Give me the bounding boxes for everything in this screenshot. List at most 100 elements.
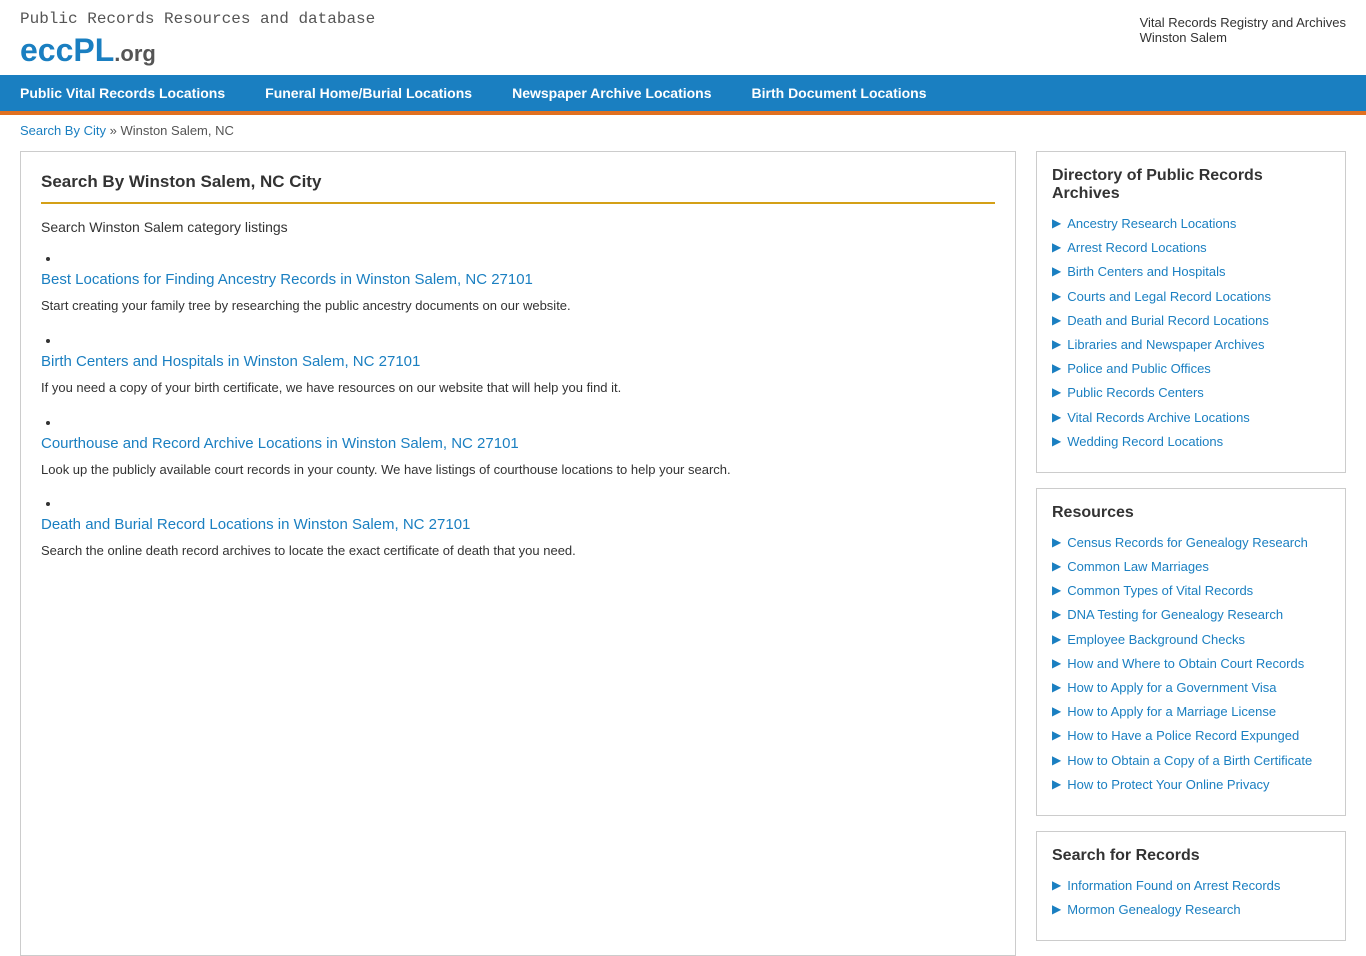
sidebar-link[interactable]: Census Records for Genealogy Research xyxy=(1067,534,1308,552)
section-desc: Start creating your family tree by resea… xyxy=(41,296,995,317)
content-section: Courthouse and Record Archive Locations … xyxy=(41,435,995,481)
arrow-icon: ▶ xyxy=(1052,289,1061,303)
sidebar-link-item: ▶ Death and Burial Record Locations xyxy=(1052,312,1330,330)
sidebar-link[interactable]: Libraries and Newspaper Archives xyxy=(1067,336,1264,354)
arrow-icon: ▶ xyxy=(1052,680,1061,694)
sidebar-link-item: ▶ Police and Public Offices xyxy=(1052,360,1330,378)
content-title: Search By Winston Salem, NC City xyxy=(41,172,995,204)
content-subtitle: Search Winston Salem category listings xyxy=(41,219,995,235)
sidebar-link[interactable]: Vital Records Archive Locations xyxy=(1067,409,1250,427)
section-link[interactable]: Birth Centers and Hospitals in Winston S… xyxy=(41,353,420,370)
sidebar-link[interactable]: Arrest Record Locations xyxy=(1067,239,1206,257)
sidebar-link-item: ▶Libraries and Newspaper Archives xyxy=(1052,336,1330,354)
section-link[interactable]: Courthouse and Record Archive Locations … xyxy=(41,435,519,452)
sidebar-link-item: ▶ Public Records Centers xyxy=(1052,384,1330,402)
section-link[interactable]: Death and Burial Record Locations in Win… xyxy=(41,516,470,533)
sidebar-link[interactable]: Employee Background Checks xyxy=(1067,631,1245,649)
content-sections: Best Locations for Finding Ancestry Reco… xyxy=(41,250,995,562)
header-right: Vital Records Registry and Archives Wins… xyxy=(1140,10,1346,45)
section-link[interactable]: Best Locations for Finding Ancestry Reco… xyxy=(41,271,533,288)
sidebar-link-item: ▶ Common Types of Vital Records xyxy=(1052,582,1330,600)
breadcrumb: Search By City » Winston Salem, NC xyxy=(0,115,1366,146)
search-records-title: Search for Records xyxy=(1052,847,1330,865)
arrow-icon: ▶ xyxy=(1052,434,1061,448)
arrow-icon: ▶ xyxy=(1052,878,1061,892)
sidebar-link[interactable]: How and Where to Obtain Court Records xyxy=(1067,655,1304,673)
sidebar-link[interactable]: Public Records Centers xyxy=(1067,384,1204,402)
bullet-dot xyxy=(61,332,995,348)
sidebar-link-item: ▶How and Where to Obtain Court Records xyxy=(1052,655,1330,673)
arrow-icon: ▶ xyxy=(1052,583,1061,597)
arrow-icon: ▶ xyxy=(1052,777,1061,791)
logo-org: .org xyxy=(114,41,156,66)
arrow-icon: ▶ xyxy=(1052,607,1061,621)
sidebar-link[interactable]: Courts and Legal Record Locations xyxy=(1067,288,1271,306)
search-box: Search for Records ▶ Information Found on… xyxy=(1036,831,1346,941)
sidebar-link[interactable]: Police and Public Offices xyxy=(1067,360,1211,378)
nav-item[interactable]: Newspaper Archive Locations xyxy=(492,75,731,111)
logo-pl: PL xyxy=(73,32,114,68)
resources-box: Resources ▶Census Records for Genealogy … xyxy=(1036,488,1346,816)
sidebar-link[interactable]: Death and Burial Record Locations xyxy=(1067,312,1269,330)
sidebar-link[interactable]: How to Protect Your Online Privacy xyxy=(1067,776,1269,794)
nav-item[interactable]: Public Vital Records Locations xyxy=(0,75,245,111)
arrow-icon: ▶ xyxy=(1052,385,1061,399)
sidebar-link[interactable]: Birth Centers and Hospitals xyxy=(1067,263,1225,281)
arrow-icon: ▶ xyxy=(1052,216,1061,230)
sidebar-link[interactable]: Information Found on Arrest Records xyxy=(1067,877,1280,895)
logo-ecc: ecc xyxy=(20,32,73,68)
sidebar-link-item: ▶Common Law Marriages xyxy=(1052,558,1330,576)
sidebar-link-item: ▶How to Have a Police Record Expunged xyxy=(1052,727,1330,745)
sidebar-link[interactable]: Wedding Record Locations xyxy=(1067,433,1223,451)
section-desc: Search the online death record archives … xyxy=(41,541,995,562)
search-links: ▶ Information Found on Arrest Records ▶ Mor… xyxy=(1052,877,1330,919)
arrow-icon: ▶ xyxy=(1052,753,1061,767)
main-nav: Public Vital Records LocationsFuneral Ho… xyxy=(0,75,1366,111)
sidebar-link-item: ▶ How to Apply for a Government Visa xyxy=(1052,679,1330,697)
logo: eccPL.org xyxy=(20,32,375,69)
sidebar-link-item: ▶ How to Protect Your Online Privacy xyxy=(1052,776,1330,794)
arrow-icon: ▶ xyxy=(1052,704,1061,718)
sidebar-link[interactable]: Ancestry Research Locations xyxy=(1067,215,1236,233)
sidebar-link-item: ▶ DNA Testing for Genealogy Research xyxy=(1052,606,1330,624)
sidebar-link-item: ▶ Birth Centers and Hospitals xyxy=(1052,263,1330,281)
sidebar-link-item: ▶ Wedding Record Locations xyxy=(1052,433,1330,451)
arrow-icon: ▶ xyxy=(1052,632,1061,646)
sidebar-link-item: ▶ Information Found on Arrest Records xyxy=(1052,877,1330,895)
directory-links: ▶ Ancestry Research Locations ▶ Arrest Reco… xyxy=(1052,215,1330,451)
content-section: Death and Burial Record Locations in Win… xyxy=(41,516,995,562)
sidebar-link-item: ▶ Ancestry Research Locations xyxy=(1052,215,1330,233)
sidebar-link[interactable]: How to Obtain a Copy of a Birth Certific… xyxy=(1067,752,1312,770)
arrow-icon: ▶ xyxy=(1052,902,1061,916)
resources-links: ▶Census Records for Genealogy Research▶C… xyxy=(1052,534,1330,794)
arrow-icon: ▶ xyxy=(1052,240,1061,254)
arrow-icon: ▶ xyxy=(1052,361,1061,375)
header: Public Records Resources and database ec… xyxy=(0,0,1366,69)
nav-item[interactable]: Birth Document Locations xyxy=(732,75,947,111)
sidebar-link-item: ▶ How to Apply for a Marriage License xyxy=(1052,703,1330,721)
sidebar-link[interactable]: Common Law Marriages xyxy=(1067,558,1209,576)
sidebar-link[interactable]: DNA Testing for Genealogy Research xyxy=(1067,606,1283,624)
sidebar-link[interactable]: How to Apply for a Government Visa xyxy=(1067,679,1276,697)
sidebar-link[interactable]: Mormon Genealogy Research xyxy=(1067,901,1240,919)
sidebar-link-item: ▶ How to Obtain a Copy of a Birth Certifi… xyxy=(1052,752,1330,770)
arrow-icon: ▶ xyxy=(1052,410,1061,424)
sidebar-link[interactable]: Common Types of Vital Records xyxy=(1067,582,1253,600)
header-registry: Vital Records Registry and Archives xyxy=(1140,15,1346,30)
arrow-icon: ▶ xyxy=(1052,535,1061,549)
directory-title: Directory of Public Records Archives xyxy=(1052,167,1330,203)
sidebar-link-item: ▶ Arrest Record Locations xyxy=(1052,239,1330,257)
breadcrumb-separator: » xyxy=(106,123,120,138)
breadcrumb-link[interactable]: Search By City xyxy=(20,123,106,138)
section-desc: Look up the publicly available court rec… xyxy=(41,460,995,481)
main-layout: Search By Winston Salem, NC City Search … xyxy=(0,151,1366,956)
nav-item[interactable]: Funeral Home/Burial Locations xyxy=(245,75,492,111)
arrow-icon: ▶ xyxy=(1052,264,1061,278)
arrow-icon: ▶ xyxy=(1052,313,1061,327)
sidebar-link[interactable]: How to Have a Police Record Expunged xyxy=(1067,727,1299,745)
sidebar-link-item: ▶ Census Records for Genealogy Research xyxy=(1052,534,1330,552)
content-section: Birth Centers and Hospitals in Winston S… xyxy=(41,353,995,399)
breadcrumb-current: Winston Salem, NC xyxy=(120,123,233,138)
site-tagline: Public Records Resources and database xyxy=(20,10,375,28)
sidebar-link[interactable]: How to Apply for a Marriage License xyxy=(1067,703,1276,721)
